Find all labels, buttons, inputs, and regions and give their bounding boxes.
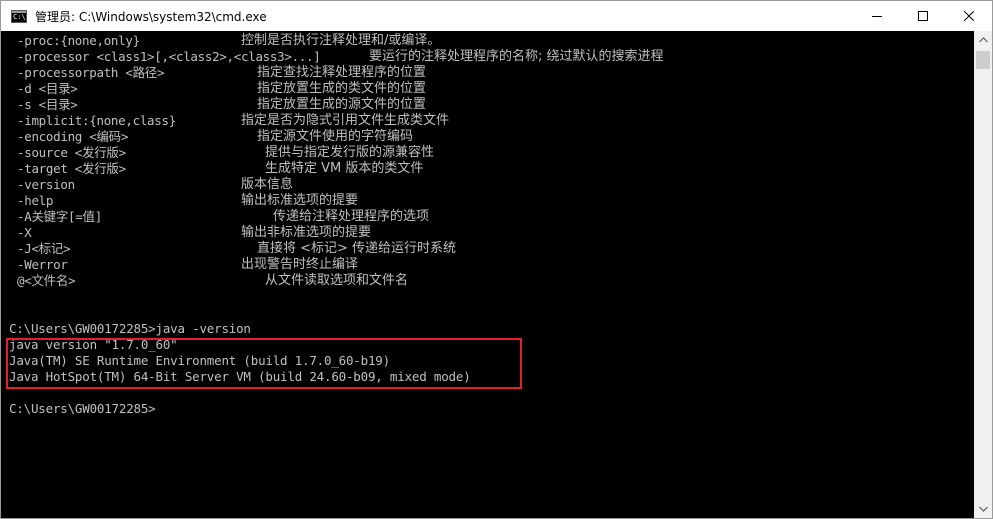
option-description: 输出标准选项的提要 — [241, 193, 359, 208]
option-description: 传递给注释处理程序的选项 — [273, 209, 430, 224]
chevron-up-icon — [978, 37, 988, 43]
scroll-up-button[interactable] — [974, 31, 992, 49]
option-description: 提供与指定发行版的源兼容性 — [265, 145, 435, 160]
option-flag: -A关键字[=值] — [17, 209, 102, 224]
option-line: -X 输出非标准选项的提要 — [1, 225, 961, 241]
option-line: -implicit:{none,class} 指定是否为隐式引用文件生成类文件 — [1, 113, 961, 129]
option-flag: -source <发行版> — [17, 145, 126, 160]
option-line: -A关键字[=值] 传递给注释处理程序的选项 — [1, 209, 961, 225]
option-line: -help 输出标准选项的提要 — [1, 193, 961, 209]
console-output[interactable]: -proc:{none,only} 控制是否执行注释处理和/或编译。 -proces… — [1, 31, 974, 518]
option-line: -source <发行版> 提供与指定发行版的源兼容性 — [1, 145, 961, 161]
window-controls — [854, 1, 992, 31]
option-line: -encoding <编码> 指定源文件使用的字符编码 — [1, 129, 961, 145]
chevron-down-icon — [978, 506, 988, 512]
option-flag: -implicit:{none,class} — [17, 113, 176, 128]
app-icon-label: C:\ — [13, 12, 26, 21]
option-flag: -X — [17, 225, 32, 240]
option-line: -J<标记> 直接将 <标记> 传递给运行时系统 — [1, 241, 961, 257]
option-description: 直接将 <标记> 传递给运行时系统 — [257, 241, 457, 256]
option-line: -d <目录> 指定放置生成的类文件的位置 — [1, 81, 961, 97]
prompt-final: C:\Users\GW00172285> — [9, 401, 156, 416]
option-flag: -help — [17, 193, 54, 208]
option-flag: -target <发行版> — [17, 161, 126, 176]
title-bar[interactable]: C:\ 管理员: C:\Windows\system32\cmd.exe — [1, 1, 992, 31]
minimize-button[interactable] — [854, 1, 900, 31]
window-title: 管理员: C:\Windows\system32\cmd.exe — [35, 9, 267, 24]
vertical-scrollbar[interactable] — [974, 31, 992, 518]
prompt-command: C:\Users\GW00172285>java -version — [9, 321, 251, 336]
option-description: 指定查找注释处理程序的位置 — [257, 65, 427, 80]
option-line: -s <目录> 指定放置生成的源文件的位置 — [1, 97, 961, 113]
option-flag: @<文件名> — [17, 273, 76, 288]
option-description: 指定放置生成的类文件的位置 — [257, 81, 427, 96]
option-description: 指定放置生成的源文件的位置 — [257, 97, 427, 112]
option-flag: -version — [17, 177, 75, 192]
maximize-icon — [918, 11, 928, 21]
scroll-down-button[interactable] — [974, 500, 992, 518]
maximize-button[interactable] — [900, 1, 946, 31]
minimize-icon — [872, 16, 882, 17]
option-flag: -processorpath <路径> — [17, 65, 165, 80]
option-flag: -Werror — [17, 257, 68, 272]
option-description: 指定源文件使用的字符编码 — [257, 129, 414, 144]
option-flag: -s <目录> — [17, 97, 78, 112]
close-button[interactable] — [946, 1, 992, 31]
option-flag: -proc:{none,only} — [17, 33, 140, 48]
option-line: -proc:{none,only} 控制是否执行注释处理和/或编译。 — [1, 33, 961, 49]
option-flag: -encoding <编码> — [17, 129, 129, 144]
option-description: 指定是否为隐式引用文件生成类文件 — [241, 113, 450, 128]
option-description: 输出非标准选项的提要 — [241, 225, 372, 240]
option-line: @<文件名> 从文件读取选项和文件名 — [1, 273, 961, 289]
option-description: 从文件读取选项和文件名 — [265, 273, 409, 288]
option-description: 控制是否执行注释处理和/或编译。 — [241, 33, 441, 48]
option-line: -processorpath <路径> 指定查找注释处理程序的位置 — [1, 65, 961, 81]
option-flag: -processor <class1>[,<class2>,<class3>..… — [17, 49, 321, 64]
cmd-window: C:\ 管理员: C:\Windows\system32\cmd.exe -pr… — [0, 0, 993, 519]
option-description: 生成特定 VM 版本的类文件 — [265, 161, 424, 176]
cmd-app-icon[interactable]: C:\ — [11, 9, 27, 23]
option-description: 要运行的注释处理程序的名称; 绕过默认的搜索进程 — [369, 49, 664, 64]
scroll-thumb[interactable] — [976, 51, 990, 69]
option-flag: -J<标记> — [17, 241, 71, 256]
option-line: -processor <class1>[,<class2>,<class3>..… — [1, 49, 961, 65]
option-line: -version 版本信息 — [1, 177, 961, 193]
option-description: 出现警告时终止编译 — [241, 257, 359, 272]
option-flag: -d <目录> — [17, 81, 78, 96]
option-line: -target <发行版> 生成特定 VM 版本的类文件 — [1, 161, 961, 177]
option-line: -Werror 出现警告时终止编译 — [1, 257, 961, 273]
close-icon — [964, 11, 974, 21]
highlight-box — [6, 338, 522, 389]
option-description: 版本信息 — [241, 177, 294, 192]
